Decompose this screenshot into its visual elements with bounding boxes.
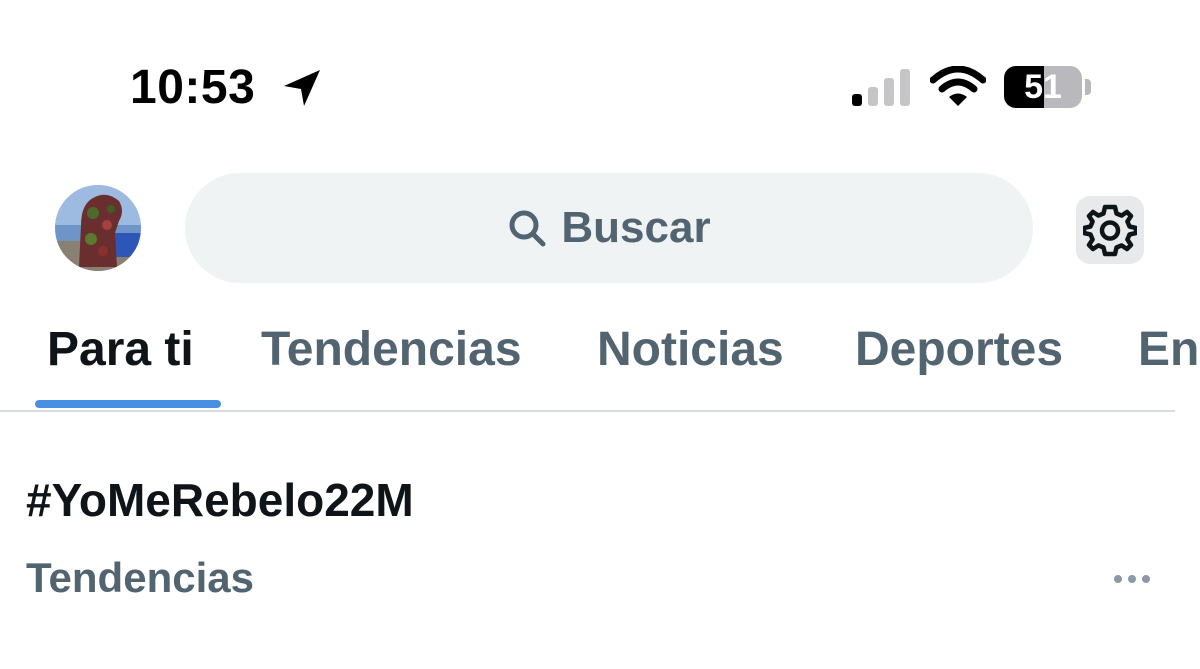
tabs-divider [0,410,1175,412]
cellular-signal-icon [852,69,910,106]
search-placeholder: Buscar [561,203,711,252]
battery-body: 51 [1004,66,1082,108]
wifi-icon [930,66,986,106]
explore-screen: 10:53 51 Buscar Para ti Tendencias Notic… [0,0,1200,669]
tab-para-ti[interactable]: Para ti [47,322,194,378]
tab-entretenimiento[interactable]: En [1138,322,1199,378]
search-icon [509,210,546,247]
tab-tendencias[interactable]: Tendencias [261,322,522,378]
profile-avatar[interactable] [55,185,141,271]
battery-icon: 51 [1004,66,1094,108]
search-input[interactable]: Buscar [185,173,1033,283]
settings-button[interactable] [1076,196,1144,264]
trend-title: #YoMeRebelo22M [26,474,414,526]
tab-noticias[interactable]: Noticias [597,322,784,378]
battery-cap [1085,79,1091,95]
more-horizontal-icon [1114,575,1150,583]
status-bar: 10:53 51 [0,0,1200,150]
explore-tabs: Para ti Tendencias Noticias Deportes En [0,300,1200,410]
active-tab-indicator [35,400,221,408]
trend-more-button[interactable] [1106,564,1158,594]
location-arrow-icon [284,70,320,106]
tab-deportes[interactable]: Deportes [855,322,1063,378]
trend-category: Tendencias [26,554,254,601]
status-time: 10:53 [130,61,256,114]
avatar-image [55,185,141,271]
battery-level: 51 [1024,68,1062,106]
gear-icon [1083,204,1137,257]
trend-item[interactable]: #YoMeRebelo22M Tendencias [0,440,1200,669]
